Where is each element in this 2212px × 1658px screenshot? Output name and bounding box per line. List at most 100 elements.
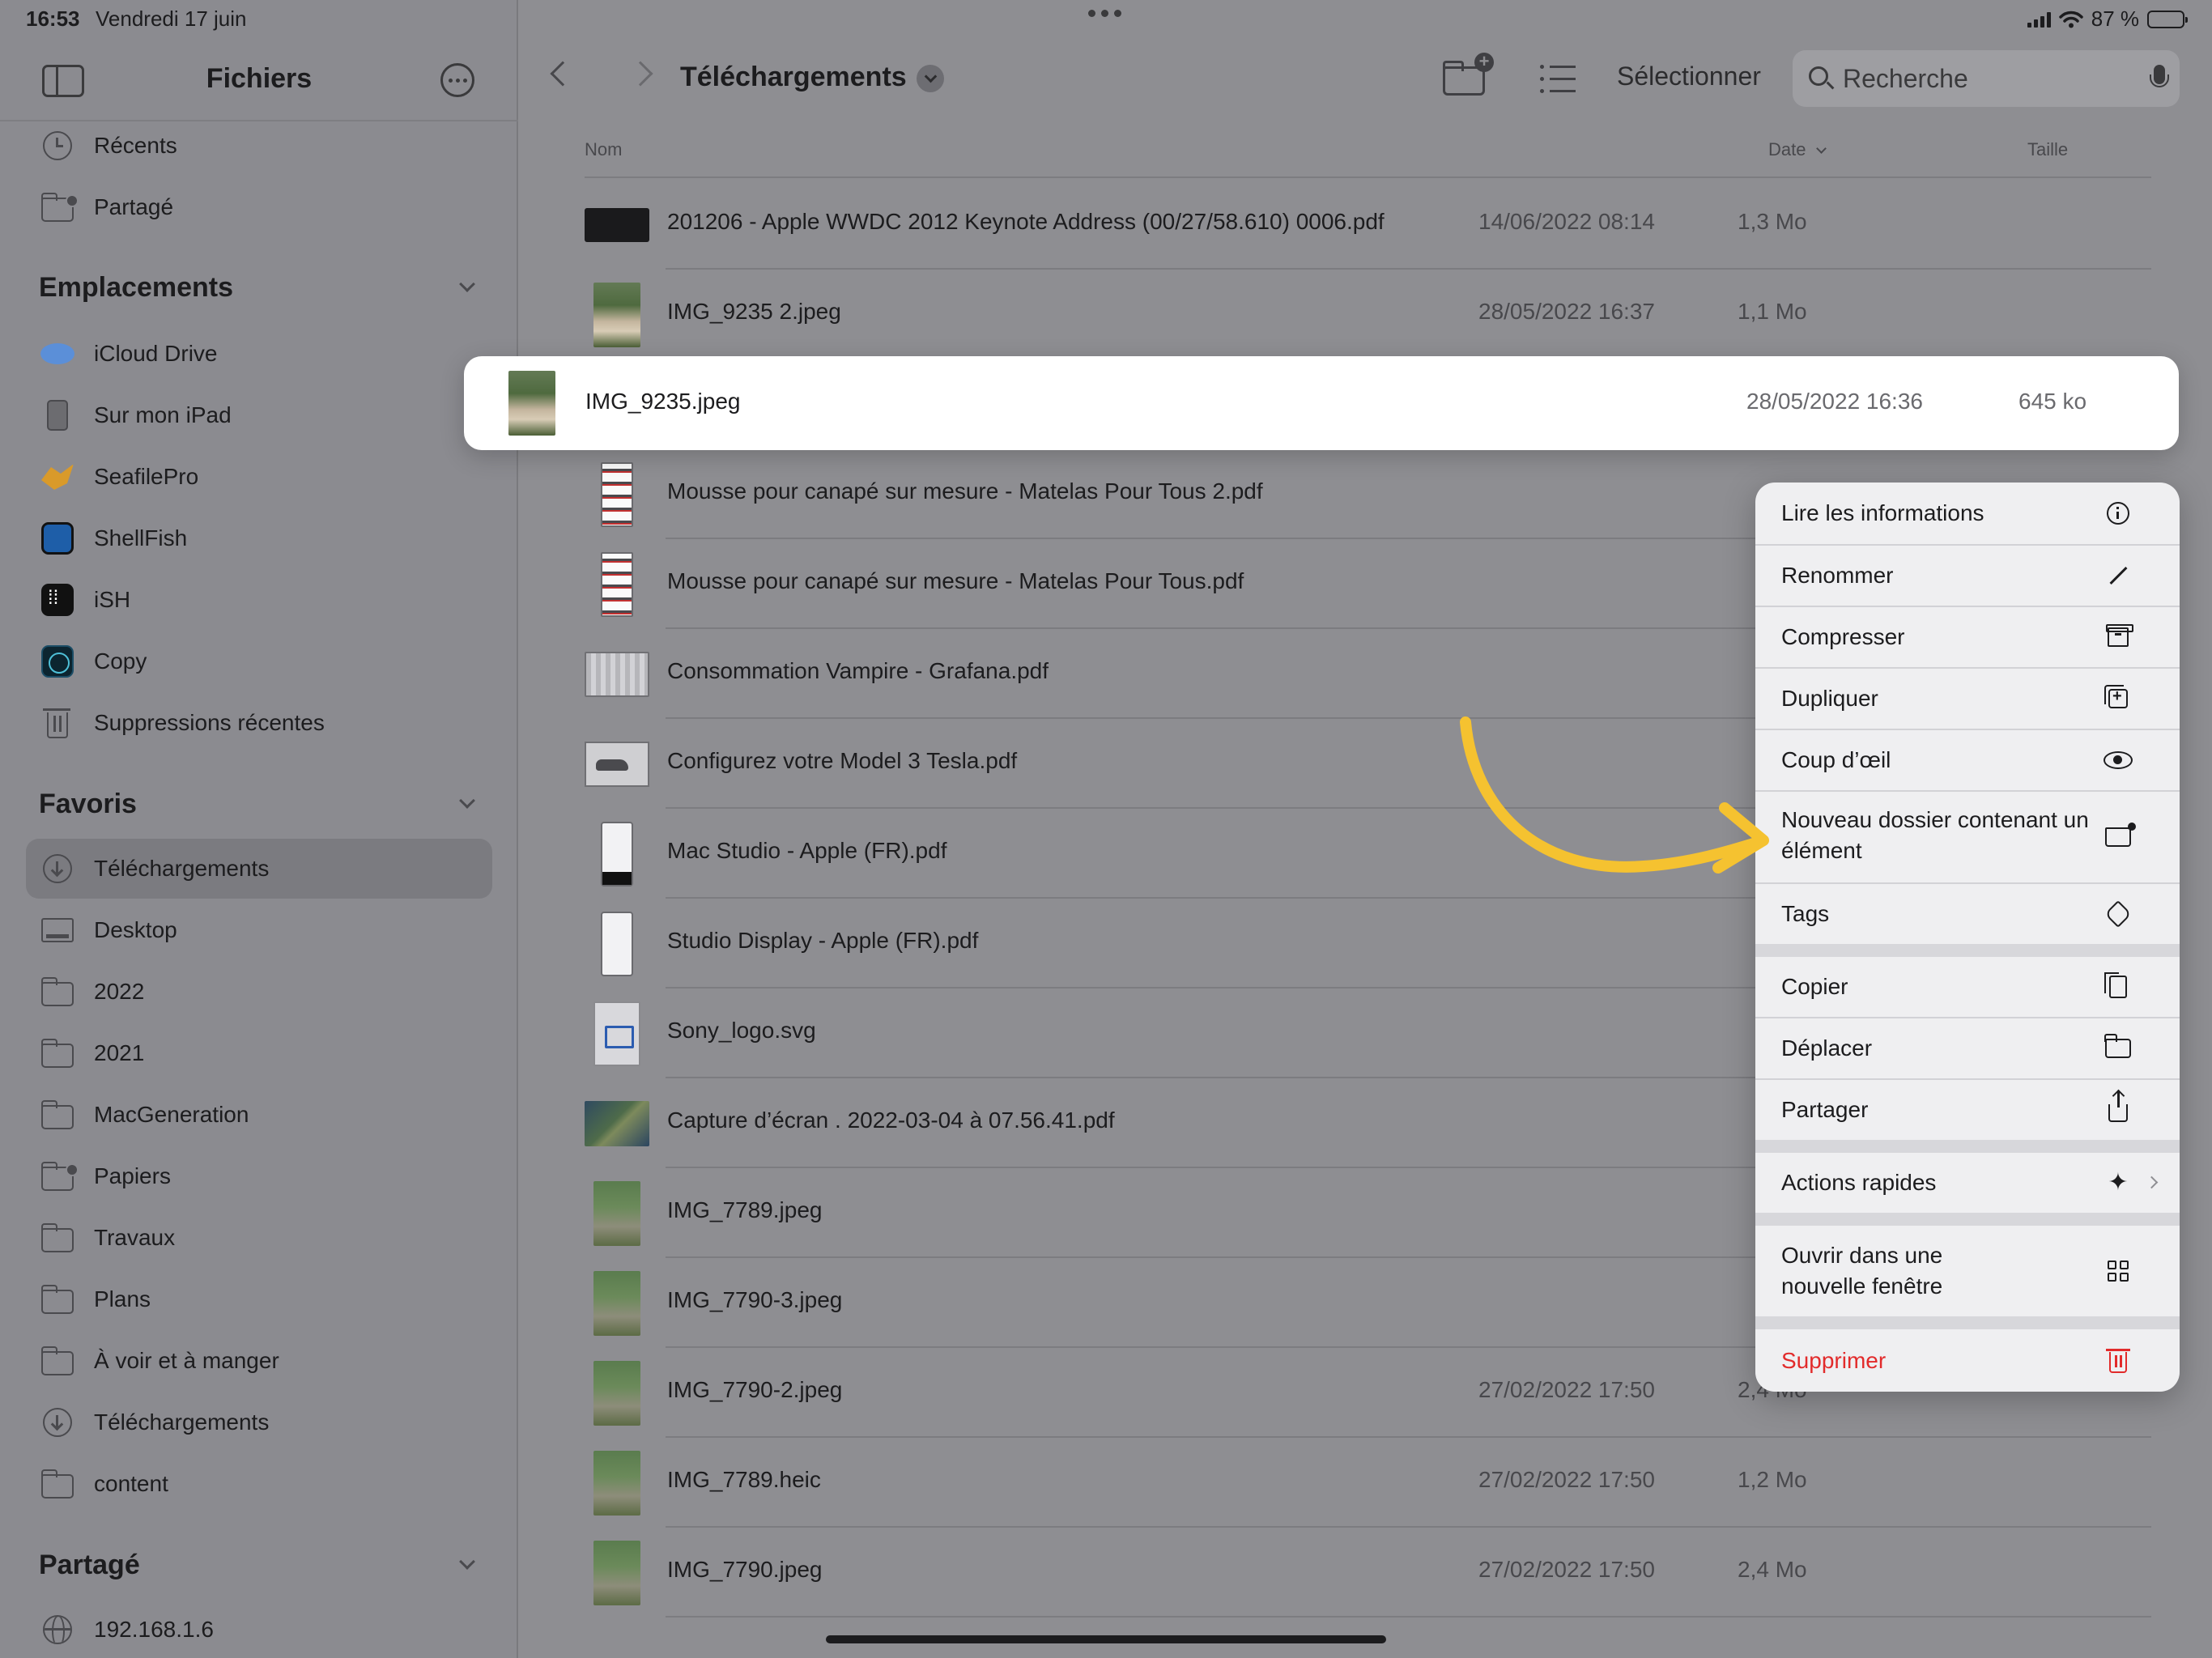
sidebar-item-desktop[interactable]: Desktop: [26, 900, 492, 960]
title-menu-chevron-icon[interactable]: [917, 65, 944, 92]
file-thumbnail: [585, 552, 649, 617]
menu-item-compress[interactable]: Compresser: [1755, 607, 2180, 667]
menu-item-new-folder-with-item[interactable]: Nouveau dossier contenant un élément: [1755, 792, 2180, 882]
search-input[interactable]: [1843, 50, 2134, 107]
sidebar-item-downloads[interactable]: Téléchargements: [26, 839, 492, 899]
copy-icon: [2102, 971, 2134, 1003]
back-chevron-icon[interactable]: [550, 61, 576, 87]
sidebar-item-downloads-2[interactable]: Téléchargements: [26, 1392, 492, 1452]
file-row[interactable]: IMG_9235 2.jpeg 28/05/2022 16:37 1,1 Mo: [585, 270, 2151, 359]
sidebar-item-server[interactable]: 192.168.1.6: [26, 1600, 492, 1658]
chevron-down-icon[interactable]: [459, 793, 475, 809]
file-date: 14/06/2022 08:14: [1478, 209, 1655, 234]
multitasking-dots-icon[interactable]: [1088, 10, 1121, 17]
file-size: 1,1 Mo: [1738, 299, 1807, 324]
menu-item-tags[interactable]: Tags: [1755, 884, 2180, 944]
chevron-down-icon[interactable]: [459, 1554, 475, 1570]
menu-item-copy[interactable]: Copier: [1755, 957, 2180, 1017]
folder-badge-icon: [2102, 821, 2136, 853]
sidebar-item-2022[interactable]: 2022: [26, 962, 492, 1022]
folder-icon: [40, 1282, 74, 1316]
file-thumbnail: [585, 742, 649, 787]
file-date: 28/05/2022 16:36: [1746, 389, 1923, 414]
menu-item-label: Dupliquer: [1781, 686, 1878, 711]
folder-icon: [40, 1098, 74, 1132]
new-folder-button[interactable]: [1443, 53, 1494, 96]
menu-item-delete[interactable]: Supprimer: [1755, 1329, 2180, 1392]
menu-item-rename[interactable]: Renommer: [1755, 546, 2180, 606]
sidebar-item-plans[interactable]: Plans: [26, 1269, 492, 1329]
selected-file-row[interactable]: IMG_9235.jpeg 28/05/2022 16:36 645 ko: [464, 356, 2179, 450]
tag-icon: [2102, 898, 2134, 930]
menu-item-duplicate[interactable]: Dupliquer: [1755, 669, 2180, 729]
file-name: 201206 - Apple WWDC 2012 Keynote Address…: [667, 209, 1385, 234]
menu-item-move[interactable]: Déplacer: [1755, 1018, 2180, 1078]
sidebar-item-recents[interactable]: Récents: [26, 116, 492, 176]
section-title-locations[interactable]: Emplacements: [39, 272, 233, 304]
sidebar-item-recently-deleted[interactable]: Suppressions récentes: [26, 693, 492, 753]
menu-item-share[interactable]: Partager: [1755, 1080, 2180, 1140]
status-time: 16:53: [26, 6, 80, 31]
column-header-date[interactable]: Date: [1768, 139, 1827, 160]
section-title-shared[interactable]: Partagé: [39, 1550, 140, 1581]
download-circle-icon: [40, 852, 74, 886]
column-header-size[interactable]: Taille: [2027, 139, 2068, 160]
file-date: 28/05/2022 16:37: [1478, 299, 1655, 324]
folder-icon: [40, 1221, 74, 1255]
shellfish-icon: [40, 521, 74, 555]
menu-item-label: Supprimer: [1781, 1348, 1887, 1373]
file-name: Capture d’écran . 2022-03-04 à 07.56.41.…: [667, 1107, 1115, 1133]
file-name: Mousse pour canapé sur mesure - Matelas …: [667, 568, 1244, 593]
sidebar-item-ish[interactable]: iSH: [26, 570, 492, 630]
menu-item-label: Tags: [1781, 901, 1830, 926]
menu-section-gap: [1755, 1140, 2180, 1153]
ipad-icon: [40, 398, 74, 432]
sidebar-item-travaux[interactable]: Travaux: [26, 1208, 492, 1268]
select-button[interactable]: Sélectionner: [1617, 62, 1761, 91]
forward-chevron-icon[interactable]: [627, 61, 653, 87]
search-field[interactable]: [1793, 50, 2180, 107]
menu-item-quick-look[interactable]: Coup d’œil: [1755, 730, 2180, 790]
file-row[interactable]: IMG_7789.heic 27/02/2022 17:50 1,2 Mo: [585, 1438, 2151, 1528]
file-name: IMG_7789.jpeg: [667, 1197, 823, 1222]
page-title[interactable]: Téléchargements: [680, 62, 907, 93]
microphone-icon[interactable]: [2150, 65, 2169, 87]
file-row[interactable]: 201206 - Apple WWDC 2012 Keynote Address…: [585, 180, 2151, 270]
sidebar-item-copy[interactable]: Copy: [26, 631, 492, 691]
chevron-down-icon[interactable]: [459, 276, 475, 292]
home-indicator[interactable]: [826, 1635, 1386, 1643]
view-options-list-icon[interactable]: [1540, 65, 1577, 94]
sidebar-item-2021[interactable]: 2021: [26, 1023, 492, 1083]
file-row[interactable]: IMG_7790.jpeg 27/02/2022 17:50 2,4 Mo: [585, 1528, 2151, 1618]
file-size: 645 ko: [2018, 389, 2087, 414]
more-options-button[interactable]: [440, 63, 474, 97]
menu-item-label: Copier: [1781, 974, 1848, 999]
file-thumbnail: [585, 462, 649, 527]
menu-item-open-new-window[interactable]: Ouvrir dans une nouvelle fenêtre: [1755, 1226, 2180, 1316]
sidebar-item-label: 2021: [94, 1040, 145, 1065]
file-thumbnail: [506, 371, 558, 436]
sidebar-item-seafilepro[interactable]: SeafilePro: [26, 447, 492, 507]
sidebar-item-shared[interactable]: Partagé: [26, 177, 492, 237]
sparkles-icon: ✦: [2108, 1169, 2129, 1196]
sidebar-item-on-ipad[interactable]: Sur mon iPad: [26, 385, 492, 445]
sidebar-item-papiers[interactable]: Papiers: [26, 1146, 492, 1206]
eye-icon: [2102, 744, 2134, 776]
file-thumbnail: [585, 202, 649, 248]
sidebar-item-a-voir[interactable]: À voir et à manger: [26, 1331, 492, 1391]
section-title-favorites[interactable]: Favoris: [39, 789, 137, 820]
sidebar-item-icloud-drive[interactable]: iCloud Drive: [26, 324, 492, 384]
archive-icon: [2102, 621, 2134, 653]
menu-item-get-info[interactable]: Lire les informations: [1755, 483, 2180, 544]
menu-item-quick-actions[interactable]: Actions rapides ✦: [1755, 1153, 2180, 1213]
sidebar-item-shellfish[interactable]: ShellFish: [26, 508, 492, 568]
sidebar-item-label: Papiers: [94, 1163, 171, 1188]
desktop-icon: [40, 913, 74, 947]
column-header-name[interactable]: Nom: [585, 139, 622, 160]
menu-section-gap: [1755, 1316, 2180, 1329]
file-thumbnail: [585, 1361, 649, 1426]
file-thumbnail: [585, 1271, 649, 1336]
file-name: IMG_7790-2.jpeg: [667, 1377, 843, 1402]
sidebar-item-content[interactable]: content: [26, 1454, 492, 1514]
sidebar-item-macgeneration[interactable]: MacGeneration: [26, 1085, 492, 1145]
